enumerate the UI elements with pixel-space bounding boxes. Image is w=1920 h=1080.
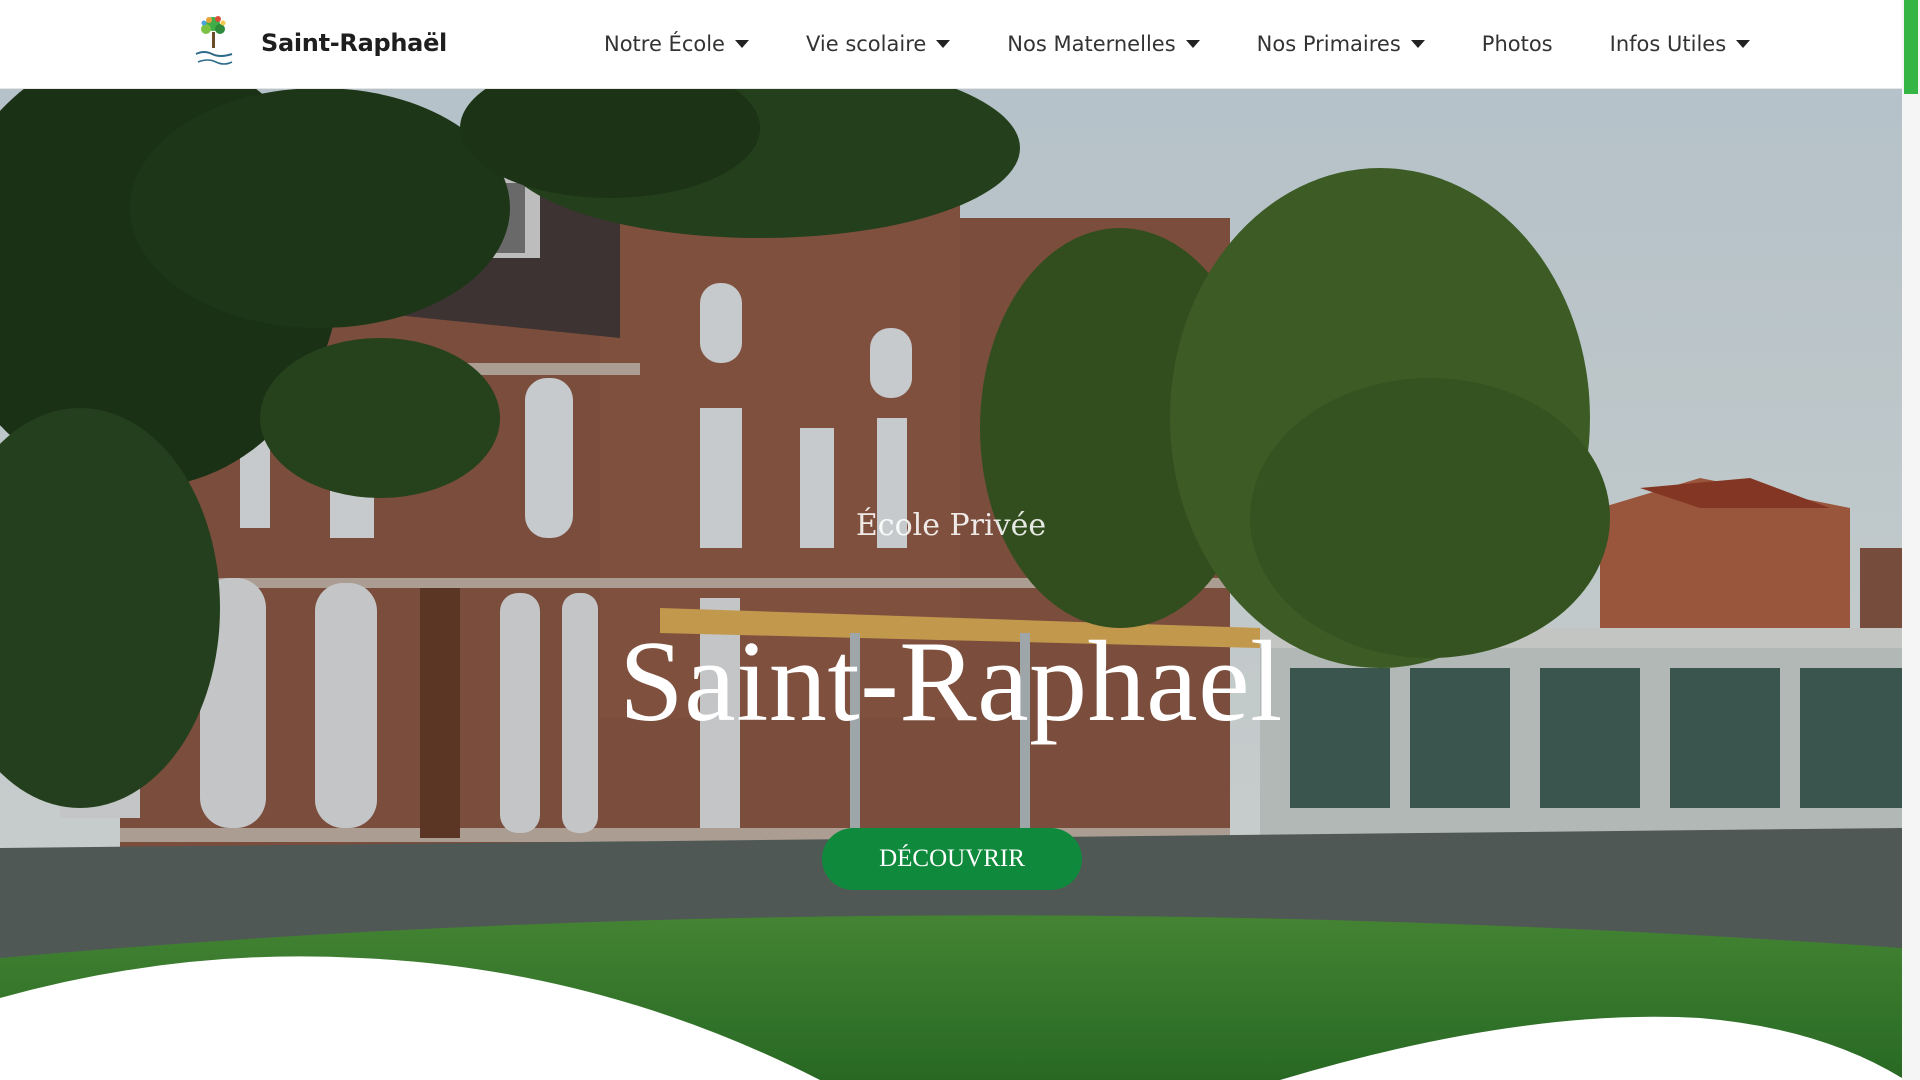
nav-item-label: Nos Primaires xyxy=(1256,32,1401,56)
hero-subtitle: École Privée xyxy=(855,508,1047,543)
site-name[interactable]: Saint-Raphaël xyxy=(261,29,447,57)
nav-item-label: Vie scolaire xyxy=(805,32,927,56)
hero-section: École Privée Saint-Raphael DÉCOUVRIR xyxy=(0,88,1902,1080)
nav-item-nos-primaires[interactable]: Nos Primaires xyxy=(1257,32,1425,56)
caret-down-icon xyxy=(734,40,749,48)
nav-item-vie-scolaire[interactable]: Vie scolaire xyxy=(805,32,951,56)
nav-item-label: Notre École xyxy=(604,32,725,56)
scrollbar-track[interactable] xyxy=(1902,0,1920,1080)
nav-item-label: Photos xyxy=(1481,32,1553,56)
main-nav: Notre École Vie scolaire Nos Maternelles… xyxy=(604,0,1751,88)
nav-item-notre-ecole[interactable]: Notre École xyxy=(604,32,749,56)
nav-item-nos-maternelles[interactable]: Nos Maternelles xyxy=(1007,32,1200,56)
caret-down-icon xyxy=(936,40,951,48)
hero-background-image xyxy=(0,88,1902,1080)
caret-down-icon xyxy=(1185,40,1200,48)
school-logo[interactable] xyxy=(192,12,236,70)
discover-button[interactable]: DÉCOUVRIR xyxy=(822,828,1082,890)
caret-down-icon xyxy=(1410,40,1425,48)
nav-item-photos[interactable]: Photos xyxy=(1482,32,1553,56)
nav-item-infos-utiles[interactable]: Infos Utiles xyxy=(1610,32,1751,56)
caret-down-icon xyxy=(1736,40,1751,48)
hero-title: Saint-Raphael xyxy=(619,618,1283,746)
scrollbar-thumb[interactable] xyxy=(1904,0,1918,94)
nav-item-label: Nos Maternelles xyxy=(1007,32,1176,56)
nav-item-label: Infos Utiles xyxy=(1609,32,1727,56)
site-header: Saint-Raphaël Notre École Vie scolaire N… xyxy=(0,0,1902,89)
